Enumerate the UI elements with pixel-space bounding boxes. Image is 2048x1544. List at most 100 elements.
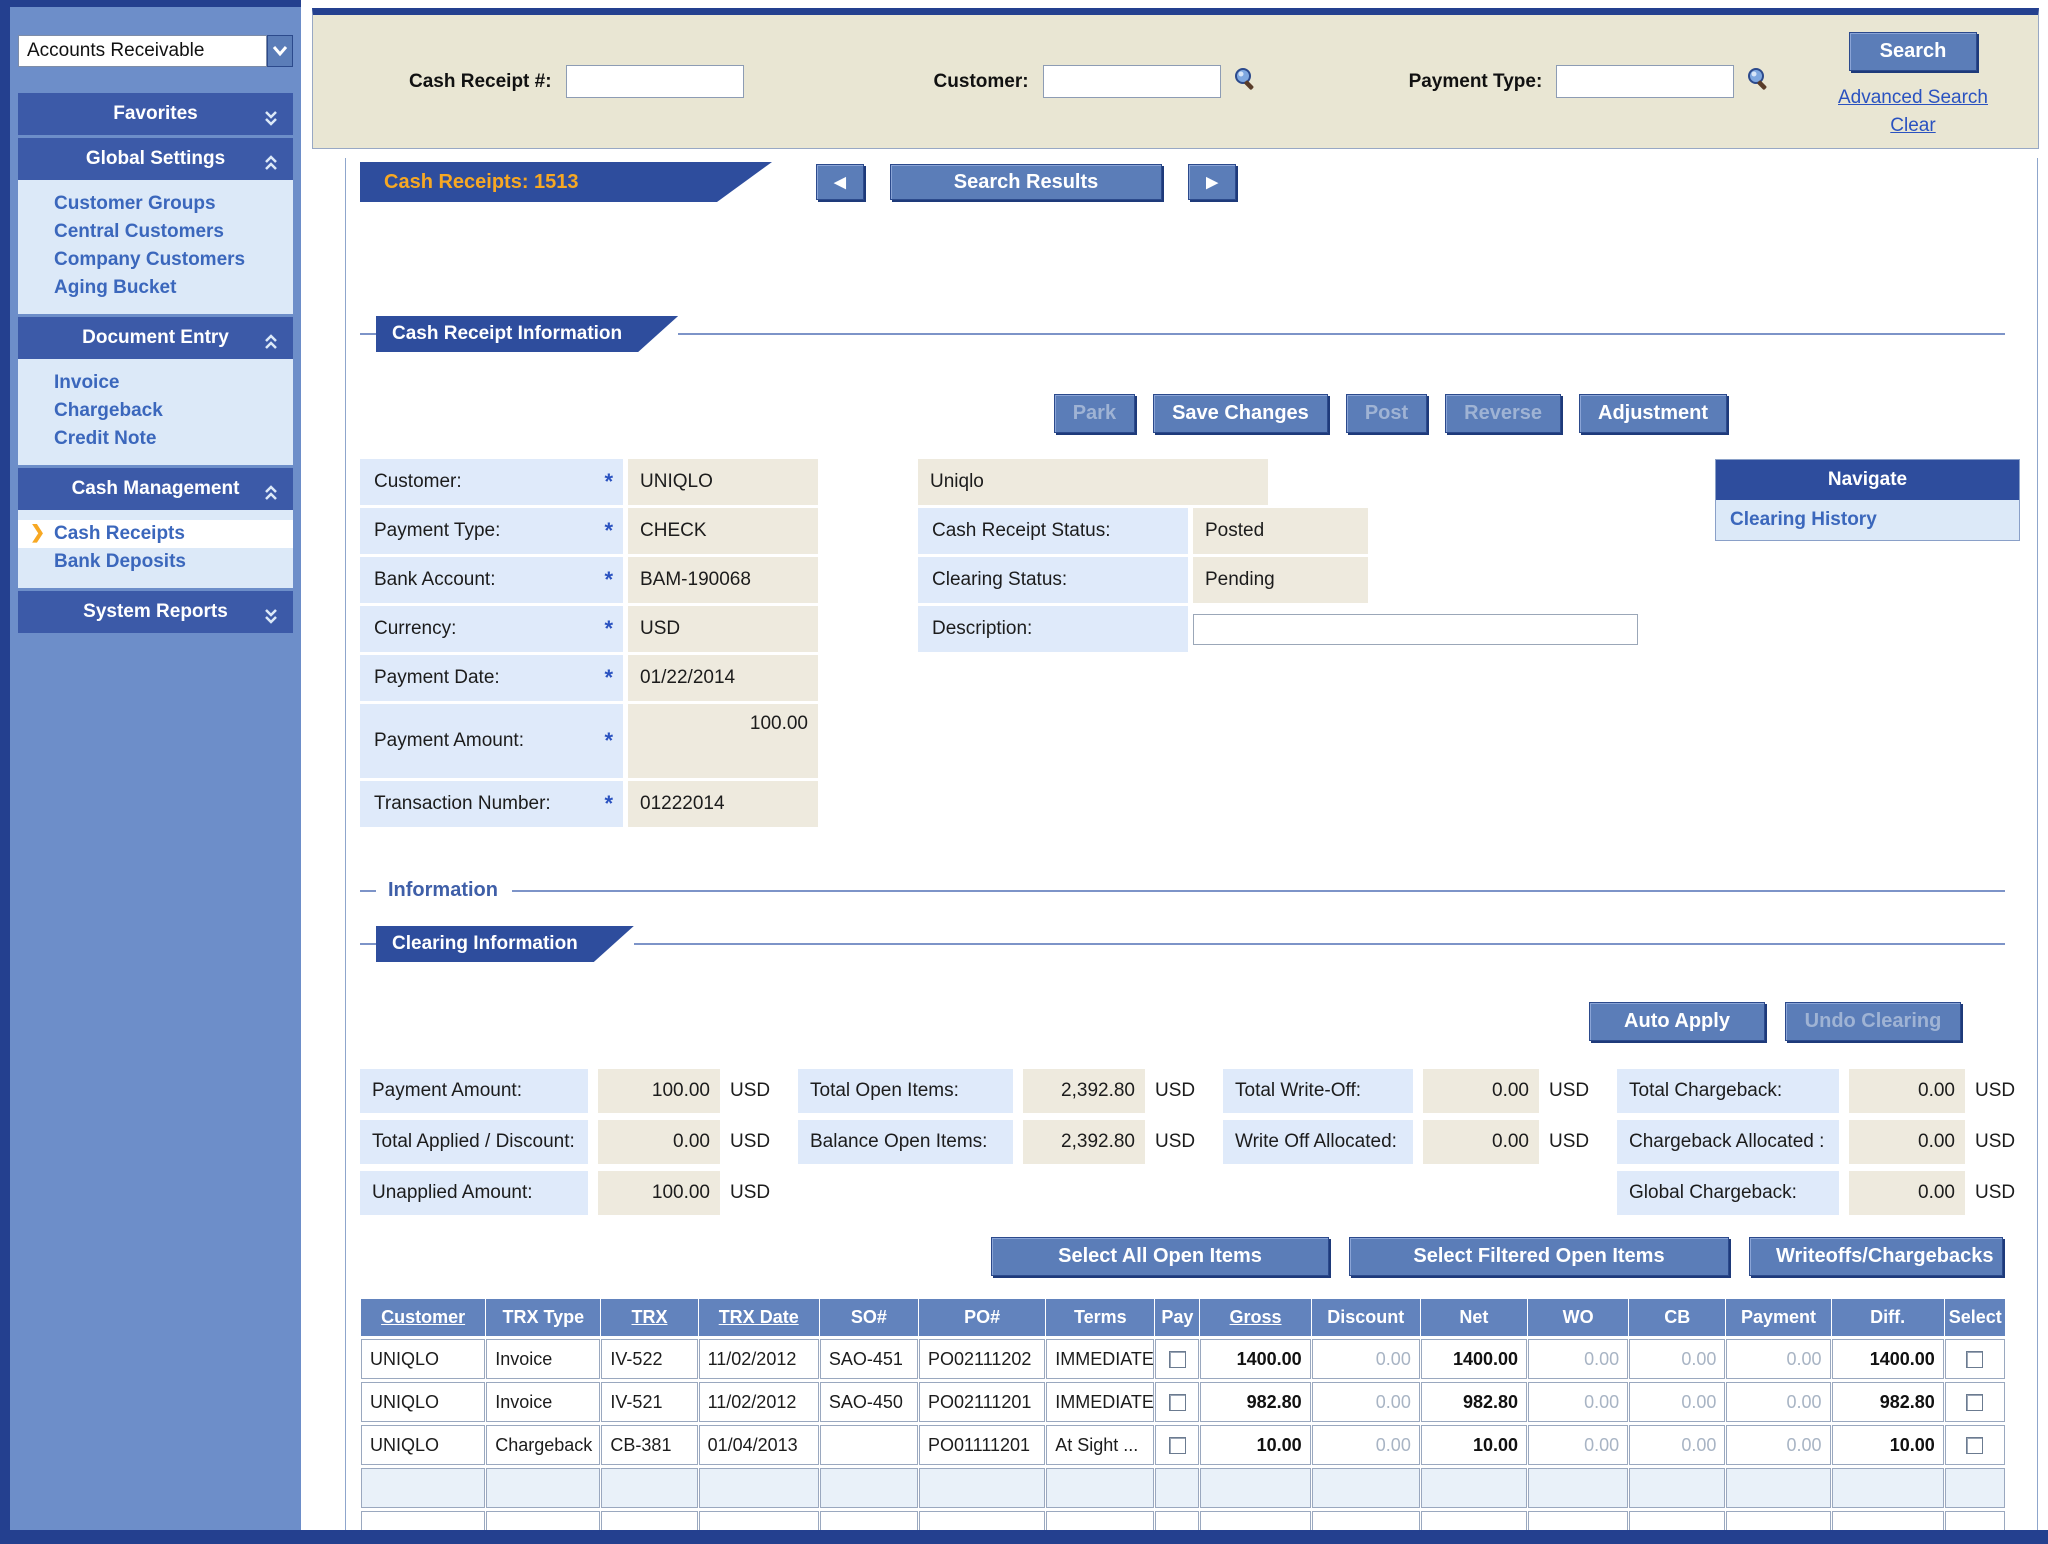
clear-link[interactable]: Clear (1890, 115, 1935, 137)
post-button[interactable]: Post (1346, 394, 1427, 433)
payment-amount-field-label: Payment Amount: * (360, 704, 623, 778)
sidebar-item-aging-bucket[interactable]: Aging Bucket (18, 274, 293, 302)
adjustment-button[interactable]: Adjustment (1579, 394, 1727, 433)
advanced-search-link[interactable]: Advanced Search (1838, 87, 1988, 109)
label-text: Clearing Status: (932, 569, 1067, 591)
totals-group-3: Total Write-Off: 0.00 USD Write Off Allo… (1223, 1069, 1591, 1215)
sidebar-item-cash-receipts[interactable]: ❯ Cash Receipts (18, 520, 293, 548)
currency-field-label: Currency: * (360, 606, 623, 652)
customer-input[interactable] (1043, 65, 1221, 98)
chevron-down-icon[interactable] (267, 35, 293, 67)
global-chargeback-value: 0.00 (1849, 1171, 1965, 1215)
cash-receipt-number-input[interactable] (566, 65, 744, 98)
label-text: Payment Amount: (374, 730, 524, 752)
clearing-history-link[interactable]: Clearing History (1716, 500, 2019, 540)
label-text: Customer: (374, 471, 462, 493)
payment-type-input[interactable] (1556, 65, 1734, 98)
cell-wo: 0.00 (1528, 1382, 1628, 1422)
sidebar-item-central-customers[interactable]: Central Customers (18, 218, 293, 246)
form-left-column: Customer: * UNIQLO Payment Type: * CHECK (360, 459, 818, 827)
select-filtered-open-items-button[interactable]: Select Filtered Open Items (1349, 1237, 1729, 1276)
select-all-open-items-button[interactable]: Select All Open Items (991, 1237, 1329, 1276)
column-header-customer[interactable]: Customer (361, 1299, 485, 1336)
sidebar-section-global-settings[interactable]: Global Settings (18, 138, 293, 180)
column-header-payment[interactable]: Payment (1726, 1299, 1830, 1336)
reverse-button[interactable]: Reverse (1445, 394, 1561, 433)
auto-apply-button[interactable]: Auto Apply (1589, 1002, 1765, 1041)
section-title: Cash Receipt Information (376, 316, 678, 352)
currency-code: USD (1975, 1069, 2017, 1113)
sidebar-item-invoice[interactable]: Invoice (18, 369, 293, 397)
sidebar-section-system-reports[interactable]: System Reports (18, 591, 293, 633)
sidebar-section-document-entry[interactable]: Document Entry (18, 317, 293, 359)
column-header-trx[interactable]: TRX (601, 1299, 697, 1336)
navigate-title: Navigate (1716, 460, 2019, 500)
module-selector[interactable]: Accounts Receivable (18, 35, 293, 67)
description-input[interactable] (1193, 614, 1638, 645)
currency-code: USD (1975, 1171, 2017, 1215)
sidebar-items-global-settings: Customer Groups Central Customers Compan… (18, 180, 293, 314)
magnifier-icon[interactable] (1744, 65, 1772, 99)
cell-wo: 0.00 (1528, 1425, 1628, 1465)
sidebar-section-cash-management[interactable]: Cash Management (18, 468, 293, 510)
column-header-po[interactable]: PO# (919, 1299, 1045, 1336)
total-chargeback-value: 0.00 (1849, 1069, 1965, 1113)
cell-payment: 0.00 (1726, 1382, 1830, 1422)
sidebar-item-credit-note[interactable]: Credit Note (18, 425, 293, 453)
column-header-so[interactable]: SO# (820, 1299, 918, 1336)
balance-open-items-value: 2,392.80 (1023, 1120, 1145, 1164)
writeoff-allocated-value: 0.00 (1423, 1120, 1539, 1164)
pay-checkbox[interactable] (1169, 1394, 1186, 1411)
customer-name-display: Uniqlo (918, 459, 1268, 505)
select-checkbox[interactable] (1966, 1394, 1983, 1411)
total-applied-discount-label: Total Applied / Discount: (360, 1120, 588, 1164)
column-header-trx-type[interactable]: TRX Type (486, 1299, 600, 1336)
double-chevron-up-icon (263, 327, 279, 369)
save-changes-button[interactable]: Save Changes (1153, 394, 1328, 433)
column-header-select[interactable]: Select (1945, 1299, 2005, 1336)
cell-discount: 0.00 (1312, 1425, 1420, 1465)
double-chevron-up-icon (263, 148, 279, 190)
sidebar-item-company-customers[interactable]: Company Customers (18, 246, 293, 274)
tab-cash-receipts[interactable]: Cash Receipts: 1513 (360, 162, 772, 202)
sidebar-menu: Favorites Global Settings Customer Group… (18, 93, 293, 633)
column-header-trx-date[interactable]: TRX Date (699, 1299, 819, 1336)
sidebar-item-customer-groups[interactable]: Customer Groups (18, 190, 293, 218)
section-title: Clearing Information (376, 926, 634, 962)
select-checkbox[interactable] (1966, 1437, 1983, 1454)
sidebar-item-chargeback[interactable]: Chargeback (18, 397, 293, 425)
column-header-net[interactable]: Net (1421, 1299, 1527, 1336)
required-marker: * (604, 736, 613, 746)
cell-so: SAO-450 (820, 1382, 918, 1422)
total-applied-discount-value: 0.00 (598, 1120, 720, 1164)
column-header-diff[interactable]: Diff. (1832, 1299, 1944, 1336)
column-header-cb[interactable]: CB (1629, 1299, 1725, 1336)
form-right-column: Uniqlo Cash Receipt Status: Posted Clear… (918, 459, 1638, 652)
column-header-terms[interactable]: Terms (1046, 1299, 1154, 1336)
pay-checkbox[interactable] (1169, 1437, 1186, 1454)
column-header-wo[interactable]: WO (1528, 1299, 1628, 1336)
sidebar-section-favorites[interactable]: Favorites (18, 93, 293, 135)
column-header-gross[interactable]: Gross (1200, 1299, 1310, 1336)
next-result-button[interactable]: ▶ (1188, 164, 1236, 200)
table-header-row: Customer TRX Type TRX TRX Date SO# PO# T… (361, 1299, 2005, 1336)
park-button[interactable]: Park (1054, 394, 1135, 433)
pay-checkbox[interactable] (1169, 1351, 1186, 1368)
magnifier-icon[interactable] (1231, 65, 1259, 99)
sidebar-item-bank-deposits[interactable]: Bank Deposits (18, 548, 293, 576)
column-header-discount[interactable]: Discount (1312, 1299, 1420, 1336)
search-results-button[interactable]: Search Results (890, 164, 1162, 200)
previous-result-button[interactable]: ◀ (816, 164, 864, 200)
clearing-buttons: Auto Apply Undo Clearing (360, 1002, 2005, 1041)
search-button[interactable]: Search (1849, 32, 1977, 71)
cell-discount: 0.00 (1312, 1339, 1420, 1379)
totals-group-2: Total Open Items: 2,392.80 USD Balance O… (798, 1069, 1197, 1215)
search-panel: Cash Receipt #: Customer: Payment Type: … (312, 8, 2039, 149)
column-header-pay[interactable]: Pay (1155, 1299, 1199, 1336)
payment-date-field-value: 01/22/2014 (628, 655, 818, 701)
select-checkbox[interactable] (1966, 1351, 1983, 1368)
required-marker: * (604, 673, 613, 683)
writeoffs-chargebacks-button[interactable]: Writeoffs/Chargebacks (1749, 1237, 2003, 1276)
undo-clearing-button[interactable]: Undo Clearing (1785, 1002, 1961, 1041)
cell-trx-date: 01/04/2013 (699, 1425, 819, 1465)
